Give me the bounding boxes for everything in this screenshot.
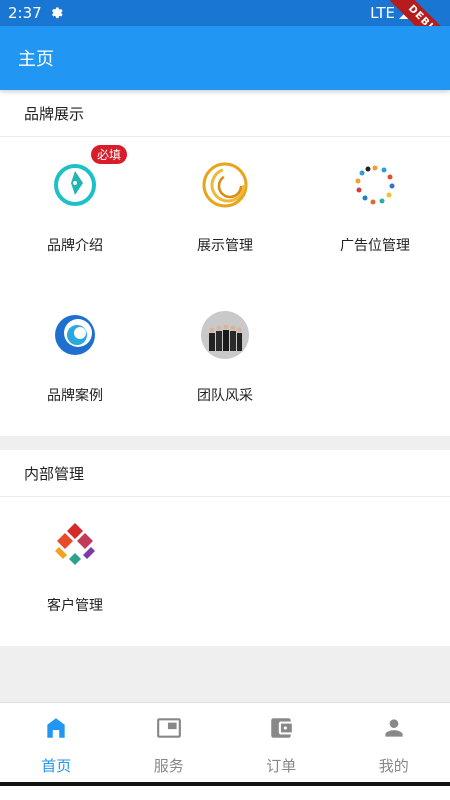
network-type: LTE bbox=[370, 4, 395, 22]
blue-swirl-icon bbox=[51, 311, 99, 359]
picture-in-picture-icon bbox=[156, 715, 182, 741]
brand-section: 品牌展示 必填 品牌介绍 展示管理 广告位管理 品牌案例 团队风采 bbox=[0, 90, 450, 436]
tile-label: 团队风采 bbox=[197, 388, 253, 404]
nav-item-home[interactable]: 首页 bbox=[0, 703, 113, 782]
gesture-line bbox=[0, 782, 450, 786]
tile-label: 展示管理 bbox=[197, 238, 253, 254]
tile-brand-intro[interactable]: 必填 品牌介绍 bbox=[0, 137, 150, 287]
person-icon bbox=[381, 715, 407, 741]
colorful-diamond-logo-icon bbox=[51, 521, 99, 569]
dot-ring-icon bbox=[351, 161, 399, 209]
internal-section: 内部管理 客户管理 bbox=[0, 450, 450, 646]
gold-rings-icon bbox=[201, 161, 249, 209]
tile-label: 客户管理 bbox=[47, 598, 103, 614]
nav-label: 订单 bbox=[266, 757, 297, 775]
nav-item-orders[interactable]: 订单 bbox=[225, 703, 338, 782]
tile-customer-management[interactable]: 客户管理 bbox=[0, 497, 150, 647]
app-bar: 主页 bbox=[0, 26, 450, 90]
tile-ad-slot-management[interactable]: 广告位管理 bbox=[300, 137, 450, 287]
tile-label: 品牌案例 bbox=[47, 388, 103, 404]
status-time: 2:37 bbox=[8, 4, 42, 22]
page-title: 主页 bbox=[18, 49, 54, 70]
pen-circle-icon: 必填 bbox=[51, 145, 128, 209]
nav-label: 我的 bbox=[378, 757, 409, 775]
settings-icon bbox=[48, 4, 63, 23]
tile-label: 品牌介绍 bbox=[47, 238, 103, 254]
tile-team-style[interactable]: 团队风采 bbox=[150, 287, 300, 437]
nav-item-profile[interactable]: 我的 bbox=[338, 703, 450, 782]
bottom-navigation: 首页 服务 订单 我的 bbox=[0, 702, 450, 782]
nav-label: 首页 bbox=[41, 757, 72, 775]
section-title-brand: 品牌展示 bbox=[0, 90, 450, 137]
nav-item-services[interactable]: 服务 bbox=[113, 703, 226, 782]
system-gesture-bar bbox=[0, 782, 450, 800]
team-photo-icon bbox=[201, 311, 249, 359]
home-icon bbox=[43, 715, 69, 741]
tile-display-management[interactable]: 展示管理 bbox=[150, 137, 300, 287]
required-badge: 必填 bbox=[91, 145, 128, 164]
nav-label: 服务 bbox=[153, 757, 184, 775]
status-bar: 2:37 LTE bbox=[0, 0, 450, 26]
section-title-internal: 内部管理 bbox=[0, 450, 450, 497]
wallet-icon bbox=[268, 715, 294, 741]
tile-brand-cases[interactable]: 品牌案例 bbox=[0, 287, 150, 437]
tile-label: 广告位管理 bbox=[340, 238, 410, 254]
